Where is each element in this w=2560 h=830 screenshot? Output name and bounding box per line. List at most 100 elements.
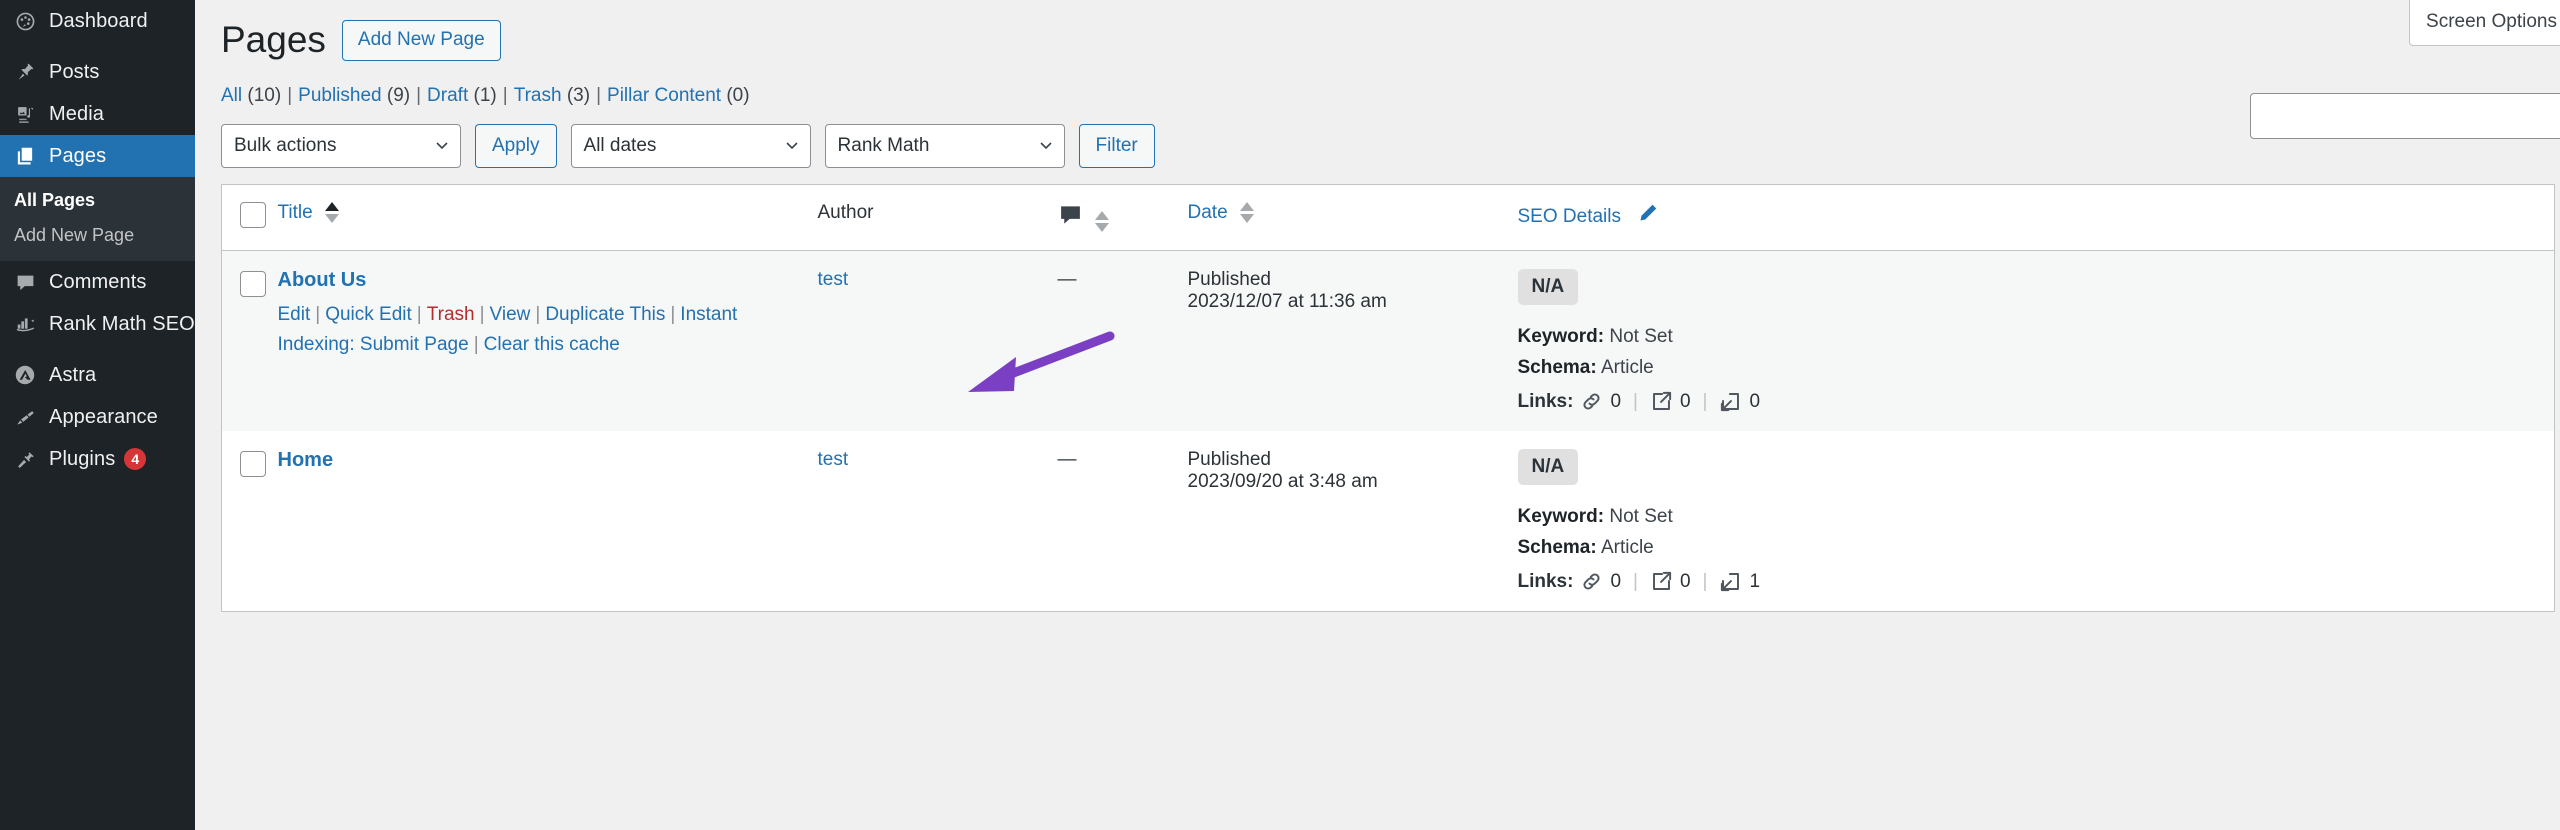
status-filter-draft-link[interactable]: Draft (427, 85, 468, 106)
sidebar-item-pages[interactable]: Pages (0, 135, 195, 177)
status-filter-all-count: (10) (247, 85, 281, 106)
seo-schema-label: Schema: (1518, 537, 1597, 558)
separator: | (416, 85, 421, 106)
row-action-clear-this-cache[interactable]: Clear this cache (484, 334, 620, 355)
status-filter-list: All (10)|Published (9)|Draft (1)|Trash (… (221, 85, 2560, 107)
status-filter-trash-count: (3) (567, 85, 590, 106)
row-action-quick-edit[interactable]: Quick Edit (325, 304, 412, 325)
status-filter-pillar-content-count: (0) (726, 85, 749, 106)
sidebar-item-dashboard[interactable]: Dashboard (0, 0, 195, 42)
column-header-author-label: Author (818, 202, 874, 223)
seo-links-label: Links: (1518, 571, 1574, 593)
sort-arrows-comments[interactable] (1095, 211, 1109, 232)
row-select-cell (222, 431, 278, 612)
date-filter-select[interactable]: All dates (571, 124, 811, 168)
rankmath-icon (14, 313, 36, 335)
row-title-cell: Home (278, 431, 818, 612)
status-filter-pillar-content-link[interactable]: Pillar Content (607, 85, 721, 106)
table-body: About Us Edit|Quick Edit|Trash|View|Dupl… (222, 251, 2555, 612)
row-action-view[interactable]: View (490, 304, 531, 325)
row-action-duplicate-this[interactable]: Duplicate This (545, 304, 665, 325)
author-link[interactable]: test (818, 449, 849, 470)
incoming-link-icon (1719, 570, 1742, 593)
sort-arrows-title[interactable] (325, 202, 339, 223)
screen-options-button[interactable]: Screen Options (2409, 0, 2560, 46)
sidebar-item-label: Plugins (49, 448, 115, 471)
sort-desc-icon[interactable] (1240, 214, 1254, 223)
column-header-seo-details[interactable]: SEO Details (1518, 185, 2555, 251)
edit-pencil-icon[interactable] (1635, 202, 1659, 232)
row-comments-cell: — (1058, 251, 1188, 432)
row-select-cell (222, 251, 278, 432)
apply-button[interactable]: Apply (475, 124, 557, 168)
column-header-author: Author (818, 185, 1058, 251)
row-action-edit[interactable]: Edit (278, 304, 311, 325)
table-header-row: Title Author (222, 185, 2555, 251)
chevron-down-icon (1040, 142, 1052, 150)
comment-icon (1058, 202, 1083, 233)
column-header-comments[interactable] (1058, 185, 1188, 251)
column-header-seo-details-link[interactable]: SEO Details (1518, 206, 1621, 227)
sidebar-item-astra[interactable]: Astra (0, 354, 195, 396)
sidebar-item-posts[interactable]: Posts (0, 51, 195, 93)
select-all-header (222, 185, 278, 251)
sidebar-item-label: Appearance (49, 406, 158, 429)
page-title-link[interactable]: Home (278, 449, 334, 471)
external-links-count: 0 (1680, 391, 1691, 413)
incoming-links-count: 1 (1749, 571, 1760, 593)
dashboard-icon (14, 10, 36, 32)
column-header-date[interactable]: Date (1188, 185, 1518, 251)
page-title-link[interactable]: About Us (278, 269, 367, 291)
rank-math-filter-select[interactable]: Rank Math (825, 124, 1065, 168)
seo-keyword-line: Keyword: Not Set (1518, 326, 2555, 348)
submenu-item-all-pages[interactable]: All Pages (0, 183, 195, 218)
row-author-cell: test (818, 431, 1058, 612)
select-all-checkbox[interactable] (240, 202, 266, 228)
filter-button[interactable]: Filter (1079, 124, 1155, 168)
sort-desc-icon[interactable] (325, 214, 339, 223)
pages-submenu: All Pages Add New Page (0, 177, 195, 261)
separator: | (417, 304, 422, 325)
search-input[interactable] (2250, 93, 2560, 139)
table-row: About Us Edit|Quick Edit|Trash|View|Dupl… (222, 251, 2555, 432)
sidebar-item-media[interactable]: Media (0, 93, 195, 135)
internal-links-count: 0 (1610, 391, 1621, 413)
screen-meta: Screen Options (2395, 0, 2560, 46)
column-header-title[interactable]: Title (278, 185, 818, 251)
sort-arrows-date[interactable] (1240, 202, 1254, 223)
status-filter-all-link[interactable]: All (221, 85, 242, 106)
bulk-actions-select[interactable]: Bulk actions (221, 124, 461, 168)
sort-asc-icon[interactable] (1240, 202, 1254, 211)
sort-asc-icon[interactable] (1095, 211, 1109, 220)
sort-desc-icon[interactable] (1095, 223, 1109, 232)
column-header-title-link[interactable]: Title (278, 202, 313, 223)
row-checkbox[interactable] (240, 271, 266, 297)
row-comments-cell: — (1058, 431, 1188, 612)
sidebar-item-label: Posts (49, 61, 100, 84)
seo-keyword-line: Keyword: Not Set (1518, 506, 2555, 528)
chevron-down-icon (786, 142, 798, 150)
status-filter-trash-link[interactable]: Trash (514, 85, 562, 106)
add-new-page-button[interactable]: Add New Page (342, 20, 501, 61)
author-link[interactable]: test (818, 269, 849, 290)
page-wrap: Pages Add New Page All (10) | Published (9… (195, 0, 2560, 612)
row-checkbox[interactable] (240, 451, 266, 477)
sidebar-item-label: Comments (49, 271, 147, 294)
sidebar-item-plugins[interactable]: Plugins 4 (0, 438, 195, 480)
astra-icon (14, 364, 36, 386)
sidebar-item-appearance[interactable]: Appearance (0, 396, 195, 438)
status-filter-pillar-content: Pillar Content (0) (607, 85, 750, 106)
status-filter-published-link[interactable]: Published (298, 85, 381, 106)
submenu-item-add-new-page[interactable]: Add New Page (0, 218, 195, 253)
separator: | (1703, 391, 1708, 413)
sidebar-item-rank-math-seo[interactable]: Rank Math SEO (0, 303, 195, 345)
sort-asc-icon[interactable] (325, 202, 339, 211)
row-action-trash[interactable]: Trash (427, 304, 475, 325)
column-header-date-link[interactable]: Date (1188, 202, 1228, 223)
wordpress-admin-screen: Dashboard Posts Media (0, 0, 2560, 830)
sidebar-item-comments[interactable]: Comments (0, 261, 195, 303)
sidebar-item-label: Media (49, 103, 104, 126)
page-title: Pages (221, 16, 326, 64)
status-filter-published: Published (9) (298, 85, 410, 106)
external-link-icon (1650, 570, 1673, 593)
